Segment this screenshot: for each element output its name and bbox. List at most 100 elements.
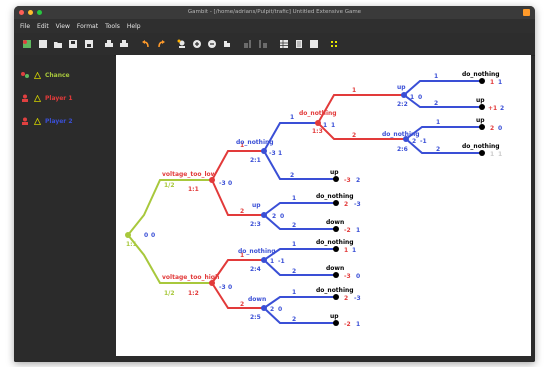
terminal-node[interactable]: do_nothing 2 -3 [316, 287, 361, 302]
terminal-payoff-a: 1 [490, 151, 494, 158]
redo-icon[interactable] [156, 39, 166, 49]
game-tree-canvas[interactable]: 1:1 0 0 1/2 1/2 voltage_too_low 1:1 -3 0… [116, 55, 531, 356]
export-icon[interactable] [84, 39, 94, 49]
compute-icon[interactable] [329, 39, 339, 49]
terminal-dot[interactable] [479, 124, 485, 130]
node-2-1-payoff-a: -3 [269, 150, 276, 157]
terminal-dot[interactable] [333, 320, 339, 326]
chance-prob-bottom: 1/2 [164, 290, 175, 297]
branch-label: 2 [434, 100, 438, 107]
terminal-node[interactable]: do_nothing 1 1 [462, 71, 502, 86]
player-row-chance[interactable]: Chance [20, 71, 70, 79]
action-voltage-too-high: voltage_too_high [162, 274, 219, 281]
new-icon[interactable] [22, 39, 32, 49]
increase-spacing-icon[interactable] [258, 39, 268, 49]
terminal-node[interactable]: up 2 0 [476, 117, 502, 132]
terminal-label: do_nothing [316, 239, 354, 246]
menu-help[interactable]: Help [127, 23, 141, 30]
open-icon[interactable] [53, 39, 63, 49]
terminal-dot[interactable] [333, 200, 339, 206]
terminal-dot[interactable] [479, 150, 485, 156]
menu-tools[interactable]: Tools [105, 23, 120, 30]
terminal-node[interactable]: up -2 1 [330, 313, 360, 328]
branch-label: 2 [292, 316, 296, 323]
player-row-2[interactable]: Player 2 [20, 117, 73, 125]
zoom-fit-icon[interactable] [222, 39, 232, 49]
decrease-spacing-icon[interactable] [243, 39, 253, 49]
node-2-3-payoff-a: 2 [272, 213, 276, 220]
undo-icon[interactable] [141, 39, 151, 49]
terminal-node[interactable]: do_nothing 2 -3 [316, 193, 361, 208]
terminal-dot[interactable] [333, 272, 339, 278]
node-2-5-payoff-b: 0 [278, 306, 282, 313]
terminal-label: do_nothing [462, 71, 500, 78]
terminal-dot[interactable] [479, 78, 485, 84]
player-row-1[interactable]: Player 1 [20, 94, 73, 102]
terminal-node[interactable]: up +1 2 [476, 97, 504, 112]
window-title: Gambit - [/home/adrians/Pulpit/trafic] U… [187, 9, 362, 15]
person-icon [22, 117, 28, 125]
player-label-2: Player 2 [45, 117, 73, 125]
node-2-1-payoff-b: 1 [278, 150, 282, 157]
terminal-payoff-b: 1 [352, 247, 356, 254]
profiles-icon[interactable] [309, 39, 319, 49]
terminal-dot[interactable] [333, 294, 339, 300]
game-tree[interactable]: 1:1 0 0 1/2 1/2 voltage_too_low 1:1 -3 0… [116, 55, 531, 356]
terminal-node[interactable]: down -3 0 [326, 265, 360, 280]
action-voltage-too-low: voltage_too_low [162, 171, 217, 178]
terminal-node[interactable]: do_nothing 1 1 [316, 239, 356, 254]
node-2-6-payoff-b: -1 [420, 138, 427, 145]
branch-1-3-up [317, 94, 404, 124]
branch-2-5-up [263, 296, 336, 309]
save-icon[interactable] [38, 39, 48, 49]
node-2-5-payoff-a: 2 [270, 306, 274, 313]
terminal-node[interactable]: up -3 2 [330, 169, 360, 184]
terminal-dot[interactable] [333, 246, 339, 252]
terminal-payoff-a: 1 [490, 79, 494, 86]
close-window-button[interactable] [19, 10, 24, 15]
table-icon[interactable] [279, 39, 289, 49]
terminal-payoff-b: -3 [354, 201, 361, 208]
terminal-node[interactable]: do_nothing 1 1 [462, 143, 502, 158]
branch-2-5-down [263, 307, 336, 324]
node-1-1-payoff-b: 0 [228, 180, 232, 187]
minimize-window-button[interactable] [28, 10, 33, 15]
zoom-out-icon[interactable] [207, 39, 217, 49]
person-icon [22, 94, 28, 102]
save-as-icon[interactable] [68, 39, 78, 49]
menu-format[interactable]: Format [77, 23, 98, 30]
terminal-payoff-b: 0 [498, 125, 502, 132]
branch-label: 1 [352, 87, 356, 94]
terminal-dot[interactable] [479, 104, 485, 110]
menu-edit[interactable]: Edit [37, 23, 49, 30]
maximize-window-button[interactable] [37, 10, 42, 15]
zoom-in-icon[interactable] [192, 39, 202, 49]
print-preview-icon[interactable] [119, 39, 129, 49]
print-icon[interactable] [104, 39, 114, 49]
terminal-label: down [326, 265, 344, 272]
branch-2-2-up [403, 80, 482, 96]
node-1-3-payoff-b: 1 [331, 122, 335, 129]
terminal-payoff-b: -3 [354, 295, 361, 302]
chance-node[interactable] [125, 232, 131, 238]
menu-view[interactable]: View [56, 23, 70, 30]
action-down: down [248, 296, 266, 303]
chance-player-icon [21, 72, 29, 78]
close-icon[interactable] [523, 9, 530, 16]
menu-file[interactable]: File [20, 23, 30, 30]
terminal-dot[interactable] [333, 176, 339, 182]
terminal-payoff-b: 2 [356, 177, 360, 184]
add-player-icon[interactable] [177, 39, 187, 49]
document-icon[interactable] [294, 39, 304, 49]
node-2-3-id: 2:3 [250, 221, 261, 228]
node-2-1-id: 2:1 [250, 157, 261, 164]
terminal-label: up [330, 169, 339, 176]
terminal-label: down [326, 219, 344, 226]
terminal-node[interactable]: down -2 1 [326, 219, 360, 234]
node-1-2-payoff-b: 0 [228, 284, 232, 291]
terminal-dot[interactable] [333, 226, 339, 232]
title-bar: Gambit - [/home/adrians/Pulpit/trafic] U… [14, 6, 535, 19]
branch-label: 2 [290, 172, 294, 179]
terminal-payoff-a: -3 [344, 273, 351, 280]
status-bar [14, 356, 535, 362]
